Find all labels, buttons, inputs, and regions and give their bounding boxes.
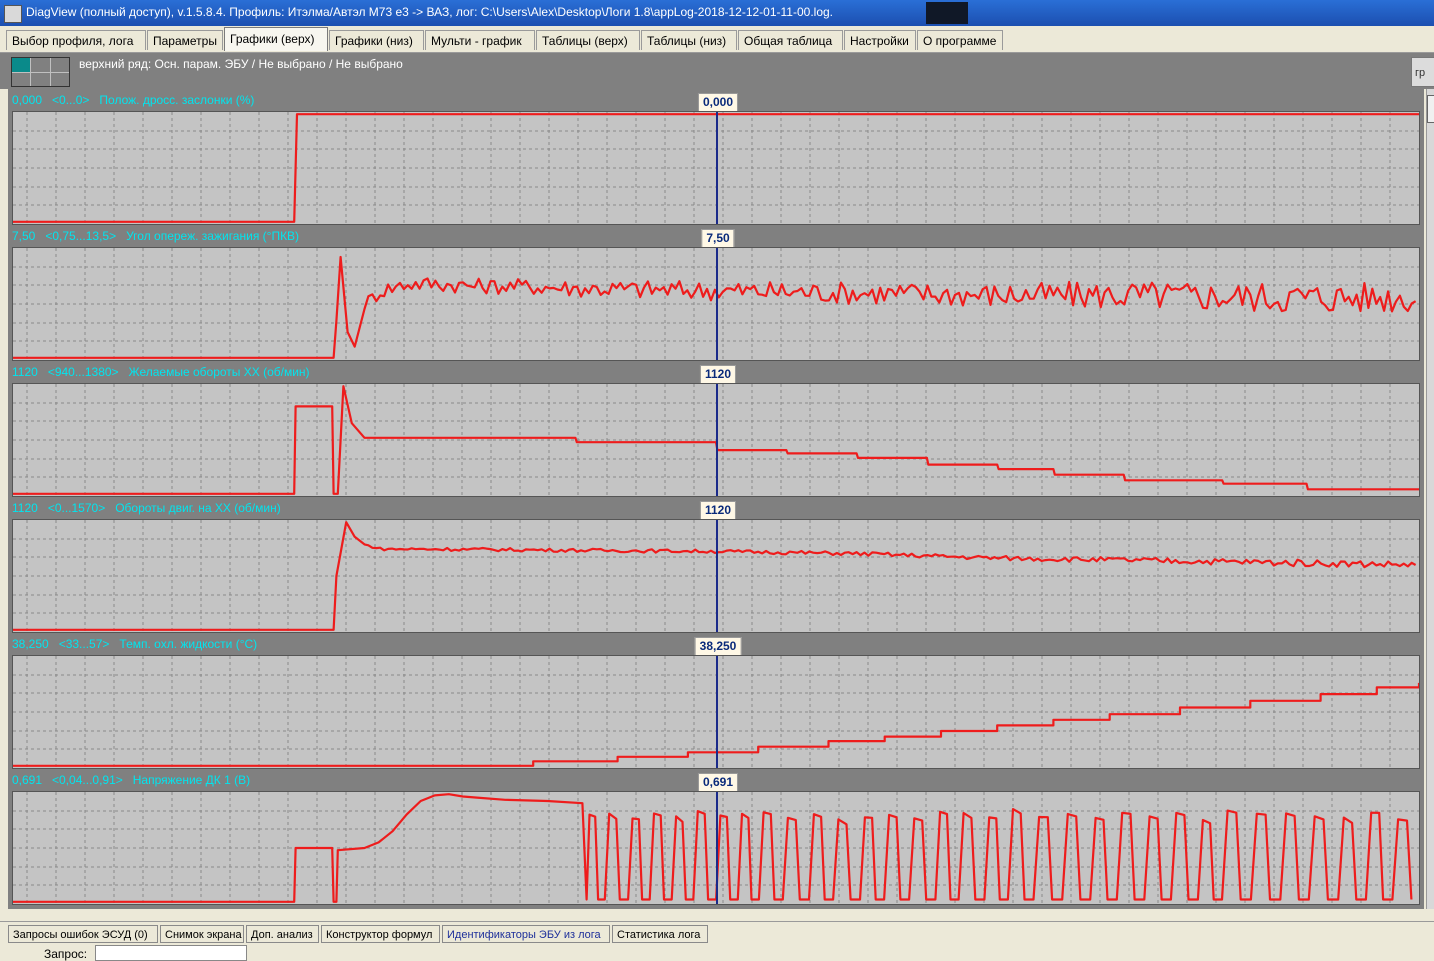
chart-toolbar: верхний ряд: Осн. парам. ЭБУ / Не выбран… bbox=[0, 53, 1434, 89]
tab-about[interactable]: О программе bbox=[917, 30, 1003, 50]
title-bar: DiagView (полный доступ), v.1.5.8.4. Про… bbox=[0, 0, 1434, 26]
window-title: DiagView (полный доступ), v.1.5.8.4. Про… bbox=[26, 5, 833, 19]
panel-header: 1120 <940...1380> Желаемые обороты XX (об/… bbox=[10, 363, 1420, 384]
tab-general-table[interactable]: Общая таблица bbox=[738, 30, 843, 50]
tab-tables-top[interactable]: Таблицы (верх) bbox=[536, 30, 640, 50]
chart-plot bbox=[13, 248, 1419, 360]
chart-panel[interactable] bbox=[12, 655, 1420, 769]
cursor-value-label: 1120 bbox=[699, 501, 737, 520]
tab-profile-log[interactable]: Выбор профиля, лога bbox=[6, 30, 146, 50]
series-name: Темп. охл. жидкости (°С) bbox=[119, 637, 258, 651]
cursor-value-label: 7,50 bbox=[701, 229, 735, 248]
current-value: 38,250 bbox=[12, 637, 49, 651]
cursor-value-label: 38,250 bbox=[694, 637, 742, 656]
value-range: <940...1380> bbox=[47, 365, 119, 379]
series-name: Желаемые обороты XX (об/мин) bbox=[128, 365, 310, 379]
cursor-value-label: 1120 bbox=[699, 365, 737, 384]
tab-tables-bottom[interactable]: Таблицы (низ) bbox=[641, 30, 737, 50]
panel-title: 1120 <0...1570> Обороты двиг. на XX (об/ми… bbox=[12, 501, 281, 515]
layout-cell[interactable] bbox=[31, 58, 50, 72]
request-label: Запрос: bbox=[44, 947, 88, 961]
cursor-value-label: 0,000 bbox=[697, 93, 739, 112]
series-trace bbox=[13, 793, 1413, 903]
layout-cell[interactable] bbox=[12, 72, 31, 86]
value-range: <0,75...13,5> bbox=[45, 229, 117, 243]
series-name: Угол опереж. зажигания (°ПКВ) bbox=[126, 229, 300, 243]
value-range: <0,04...0,91> bbox=[52, 773, 123, 787]
layout-cell[interactable] bbox=[31, 72, 50, 86]
tab-multi-chart[interactable]: Мульти - график bbox=[425, 30, 535, 50]
series-name: Напряжение ДК 1 (В) bbox=[132, 773, 251, 787]
panel-header: 0,691 <0,04...0,91> Напряжение ДК 1 (В) 0,6… bbox=[10, 771, 1420, 792]
charts-area: 0,000 <0...0> Полож. дросс. заслонки (%) 0,… bbox=[8, 89, 1424, 909]
panel-title: 0,691 <0,04...0,91> Напряжение ДК 1 (В) bbox=[12, 773, 250, 787]
chart-panel[interactable] bbox=[12, 383, 1420, 497]
series-name: Полож. дросс. заслонки (%) bbox=[99, 93, 255, 107]
layout-cell[interactable] bbox=[50, 72, 69, 86]
scrollbar-thumb[interactable] bbox=[1427, 95, 1434, 123]
chart-panel[interactable] bbox=[12, 791, 1420, 905]
value-range: <0...0> bbox=[52, 93, 90, 107]
tab-charts-top[interactable]: Графики (верх) bbox=[224, 27, 328, 51]
current-value: 1120 bbox=[12, 365, 38, 379]
btn-log-statistics[interactable]: Статистика лога bbox=[612, 925, 708, 943]
layout-selector[interactable] bbox=[11, 57, 70, 87]
bottom-toolbar: Запросы ошибок ЭСУД (0) Снимок экрана До… bbox=[0, 921, 1434, 961]
chart-plot bbox=[13, 112, 1419, 224]
btn-screenshot[interactable]: Снимок экрана bbox=[160, 925, 244, 943]
taskbar-thumbnail bbox=[926, 2, 968, 24]
tab-charts-bottom[interactable]: Графики (низ) bbox=[329, 30, 424, 50]
current-value: 0,691 bbox=[12, 773, 43, 787]
btn-extra-analysis[interactable]: Доп. анализ bbox=[246, 925, 319, 943]
chart-plot bbox=[13, 792, 1419, 904]
value-range: <33...57> bbox=[58, 637, 110, 651]
value-range: <0...1570> bbox=[47, 501, 106, 515]
panel-header: 1120 <0...1570> Обороты двиг. на XX (об/ми… bbox=[10, 499, 1420, 520]
request-input[interactable] bbox=[95, 945, 247, 961]
panel-title: 1120 <940...1380> Желаемые обороты XX (об/… bbox=[12, 365, 310, 379]
btn-ecu-identifiers[interactable]: Идентификаторы ЭБУ из лога bbox=[442, 925, 610, 943]
row-description: верхний ряд: Осн. парам. ЭБУ / Не выбран… bbox=[79, 57, 403, 71]
chart-panel[interactable] bbox=[12, 247, 1420, 361]
btn-formula-builder[interactable]: Конструктор формул bbox=[321, 925, 440, 943]
series-name: Обороты двиг. на XX (об/мин) bbox=[115, 501, 281, 515]
vertical-scrollbar[interactable] bbox=[1426, 89, 1434, 909]
chart-plot bbox=[13, 384, 1419, 496]
current-value: 0,000 bbox=[12, 93, 43, 107]
chart-plot bbox=[13, 520, 1419, 632]
graph-button[interactable]: гр bbox=[1411, 57, 1434, 87]
current-value: 1120 bbox=[12, 501, 38, 515]
app-icon[interactable] bbox=[4, 5, 22, 23]
btn-ecu-error-requests[interactable]: Запросы ошибок ЭСУД (0) bbox=[8, 925, 158, 943]
layout-cell[interactable] bbox=[12, 58, 31, 72]
panel-header: 38,250 <33...57> Темп. охл. жидкости (°С) 3… bbox=[10, 635, 1420, 656]
main-tabs: Выбор профиля, лога Параметры Графики (в… bbox=[0, 26, 1434, 53]
chart-plot bbox=[13, 656, 1419, 768]
panel-title: 38,250 <33...57> Темп. охл. жидкости (°С) bbox=[12, 637, 257, 651]
tab-settings[interactable]: Настройки bbox=[844, 30, 916, 50]
panel-title: 0,000 <0...0> Полож. дросс. заслонки (%) bbox=[12, 93, 254, 107]
panel-header: 7,50 <0,75...13,5> Угол опереж. зажигания … bbox=[10, 227, 1420, 248]
panel-header: 0,000 <0...0> Полож. дросс. заслонки (%) 0,… bbox=[10, 91, 1420, 112]
chart-panel[interactable] bbox=[12, 519, 1420, 633]
panel-title: 7,50 <0,75...13,5> Угол опереж. зажигания … bbox=[12, 229, 299, 243]
tab-parameters[interactable]: Параметры bbox=[147, 30, 223, 50]
cursor-value-label: 0,691 bbox=[697, 773, 739, 792]
series-trace bbox=[13, 255, 1417, 359]
chart-panel[interactable] bbox=[12, 111, 1420, 225]
current-value: 7,50 bbox=[12, 229, 36, 243]
layout-cell[interactable] bbox=[50, 58, 69, 72]
